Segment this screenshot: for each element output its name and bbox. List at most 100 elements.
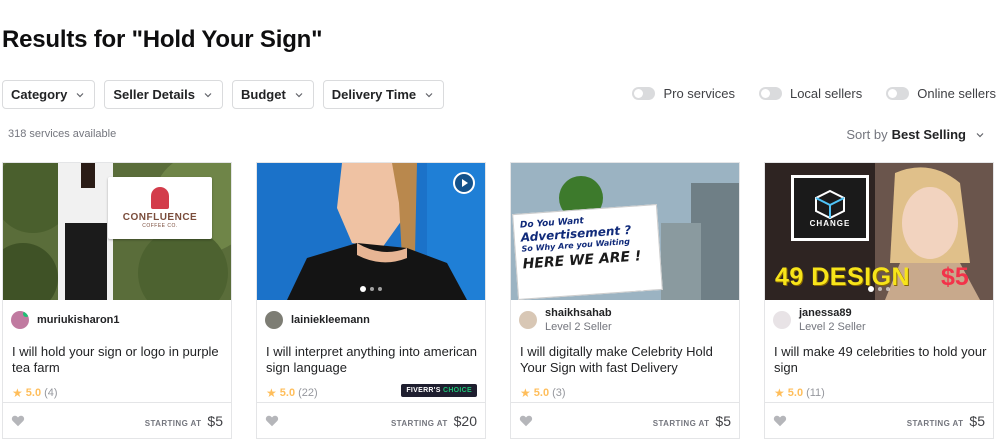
chevron-down-icon bbox=[295, 91, 303, 99]
toggle-online-sellers[interactable]: Online sellers bbox=[886, 86, 996, 101]
gig-card[interactable]: CONFLUENCE COFFEE CO. muriukisharon1 I w… bbox=[2, 162, 232, 439]
carousel-dot[interactable] bbox=[878, 287, 882, 291]
seller-name[interactable]: shaikhsahab bbox=[545, 307, 612, 319]
filter-label: Category bbox=[11, 87, 68, 102]
heart-icon[interactable] bbox=[11, 414, 25, 428]
seller-info: muriukisharon1 bbox=[11, 311, 120, 329]
gig-thumbnail[interactable] bbox=[257, 163, 485, 300]
carousel-dot[interactable] bbox=[360, 286, 366, 292]
seller-name[interactable]: muriukisharon1 bbox=[37, 314, 120, 326]
gig-thumbnail[interactable]: CHANGE 49 DESIGN $5 bbox=[765, 163, 993, 300]
chevron-down-icon bbox=[76, 91, 84, 99]
sign-text: CONFLUENCE bbox=[122, 212, 198, 223]
review-count: (4) bbox=[44, 387, 58, 399]
gig-title[interactable]: I will make 49 celebrities to hold your … bbox=[774, 344, 989, 376]
carousel-dot[interactable] bbox=[868, 286, 874, 292]
gig-thumbnail[interactable]: Do You Want Advertisement ? So Why Are y… bbox=[511, 163, 739, 300]
review-count: (3) bbox=[552, 387, 566, 399]
gig-thumbnail[interactable]: CONFLUENCE COFFEE CO. bbox=[3, 163, 231, 300]
filter-delivery-time[interactable]: Delivery Time bbox=[322, 80, 445, 109]
card-footer: STARTING AT $20 bbox=[257, 402, 485, 438]
star-icon: ★ bbox=[12, 386, 23, 400]
badge-suffix: CHOICE bbox=[442, 387, 472, 394]
gig-card-grid: CONFLUENCE COFFEE CO. muriukisharon1 I w… bbox=[2, 162, 994, 439]
sort-prefix: Sort by bbox=[846, 127, 888, 142]
page-title: Results for "Hold Your Sign" bbox=[2, 26, 323, 53]
price: $5 bbox=[715, 412, 731, 429]
toggle-label: Online sellers bbox=[917, 86, 996, 101]
toggle-pro-services[interactable]: Pro services bbox=[632, 86, 735, 101]
carousel-dot[interactable] bbox=[640, 287, 644, 291]
results-count: 318 services available bbox=[8, 128, 117, 140]
price: $20 bbox=[453, 412, 477, 429]
carousel-dots[interactable] bbox=[606, 286, 644, 292]
gig-card[interactable]: CHANGE 49 DESIGN $5 janessa89 Level 2 Se… bbox=[764, 162, 994, 439]
seller-name[interactable]: janessa89 bbox=[799, 307, 866, 319]
toggle-switch[interactable] bbox=[758, 87, 782, 100]
gig-card[interactable]: lainiekleemann I will interpret anything… bbox=[256, 162, 486, 439]
toggle-label: Local sellers bbox=[789, 86, 863, 101]
toggle-switch[interactable] bbox=[886, 87, 910, 100]
filter-seller-details[interactable]: Seller Details bbox=[104, 80, 224, 109]
filter-category[interactable]: Category bbox=[2, 80, 96, 109]
avatar[interactable] bbox=[265, 311, 283, 329]
price-block[interactable]: STARTING AT $5 bbox=[145, 413, 223, 429]
avatar[interactable] bbox=[11, 311, 29, 329]
carousel-dot[interactable] bbox=[632, 287, 636, 291]
avatar[interactable] bbox=[519, 311, 537, 329]
filter-budget[interactable]: Budget bbox=[232, 80, 314, 109]
starting-at-label: STARTING AT bbox=[652, 418, 710, 428]
rating-score: 5.0 bbox=[25, 387, 42, 399]
filter-label: Seller Details bbox=[113, 87, 196, 102]
carousel-dot[interactable] bbox=[378, 287, 382, 291]
price-block[interactable]: STARTING AT $20 bbox=[391, 413, 477, 429]
sort-value: Best Selling bbox=[891, 127, 966, 142]
gig-card[interactable]: Do You Want Advertisement ? So Why Are y… bbox=[510, 162, 740, 439]
sort-dropdown[interactable]: Sort by Best Selling bbox=[846, 127, 984, 142]
carousel-dots[interactable] bbox=[360, 286, 382, 292]
gig-title[interactable]: I will digitally make Celebrity Hold You… bbox=[520, 344, 735, 376]
carousel-dot[interactable] bbox=[886, 287, 890, 291]
review-count: (22) bbox=[298, 387, 318, 399]
carousel-dot[interactable] bbox=[616, 287, 620, 291]
carousel-dot[interactable] bbox=[370, 287, 374, 291]
promo-price: $5 bbox=[941, 263, 969, 291]
filter-bar: Category Seller Details Budget Delivery … bbox=[2, 80, 445, 109]
gig-rating: ★ 5.0 (11) bbox=[774, 386, 825, 400]
gig-title[interactable]: I will hold your sign or logo in purple … bbox=[12, 344, 227, 376]
heart-icon[interactable] bbox=[773, 414, 787, 428]
carousel-dot[interactable] bbox=[606, 286, 612, 292]
seller-level: Level 2 Seller bbox=[545, 321, 612, 333]
price-block[interactable]: STARTING AT $5 bbox=[907, 413, 985, 429]
price-block[interactable]: STARTING AT $5 bbox=[653, 413, 731, 429]
seller-name[interactable]: lainiekleemann bbox=[291, 314, 370, 326]
cube-logo-icon bbox=[815, 189, 845, 219]
heart-icon[interactable] bbox=[265, 414, 279, 428]
sign-subtext: COFFEE CO. bbox=[142, 223, 178, 229]
toggle-bar: Pro services Local sellers Online seller… bbox=[632, 86, 996, 101]
carousel-dots[interactable] bbox=[868, 286, 890, 292]
rating-score: 5.0 bbox=[533, 387, 550, 399]
logo-icon bbox=[151, 187, 169, 209]
carousel-dot[interactable] bbox=[624, 287, 628, 291]
rating-score: 5.0 bbox=[787, 387, 804, 399]
starting-at-label: STARTING AT bbox=[390, 418, 448, 428]
play-icon[interactable] bbox=[453, 172, 475, 194]
filter-label: Budget bbox=[241, 87, 286, 102]
avatar[interactable] bbox=[773, 311, 791, 329]
sign-text: CHANGE bbox=[809, 218, 851, 228]
gig-rating: ★ 5.0 (4) bbox=[12, 386, 58, 400]
filter-label: Delivery Time bbox=[331, 87, 417, 102]
seller-info: shaikhsahab Level 2 Seller bbox=[519, 307, 612, 333]
seller-info: lainiekleemann bbox=[265, 311, 370, 329]
star-icon: ★ bbox=[520, 386, 531, 400]
star-icon: ★ bbox=[266, 386, 277, 400]
seller-info: janessa89 Level 2 Seller bbox=[773, 307, 866, 333]
gig-rating: ★ 5.0 (3) bbox=[520, 386, 566, 400]
gig-title[interactable]: I will interpret anything into american … bbox=[266, 344, 481, 376]
chevron-down-icon bbox=[976, 127, 984, 142]
toggle-local-sellers[interactable]: Local sellers bbox=[758, 86, 863, 101]
heart-icon[interactable] bbox=[519, 414, 533, 428]
toggle-switch[interactable] bbox=[632, 87, 656, 100]
review-count: (11) bbox=[806, 387, 825, 399]
